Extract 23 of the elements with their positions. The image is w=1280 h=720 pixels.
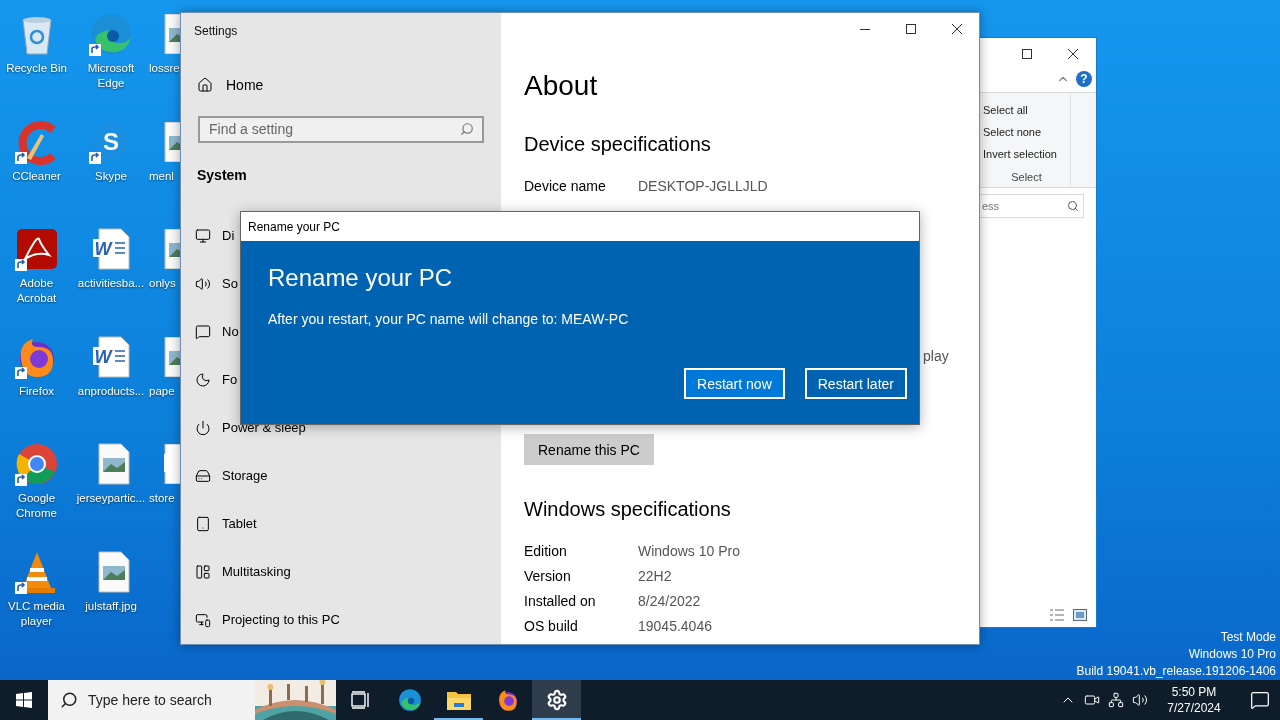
window-title: Settings [193, 23, 239, 40]
desktop-notice-text: Test Mode [1220, 629, 1276, 646]
spec-value: 22H2 [638, 567, 672, 584]
desktop-notice-text: Build 19041.vb_release.191206-1406 [1076, 663, 1276, 680]
spec-value: 8/24/2022 [638, 592, 701, 609]
spec-label: Version [524, 567, 572, 584]
section-heading: Device specifications [524, 132, 712, 157]
ribbon-group-label: Select [1011, 171, 1042, 183]
spec-label: Installed on [524, 592, 597, 609]
section-heading: Windows specifications [524, 497, 732, 522]
description-text: play [923, 347, 949, 364]
dialog-heading: Rename your PC [268, 263, 454, 293]
desktop-notice-text: Windows 10 Pro [1188, 646, 1276, 663]
spec-value: 19045.4046 [638, 617, 712, 634]
spec-label: Device name [524, 177, 607, 194]
page-title: About [524, 69, 599, 103]
spec-label: Edition [524, 542, 568, 559]
spec-value: Windows 10 Pro [638, 542, 740, 559]
spec-value: DESKTOP-JGLLJLD [638, 177, 768, 194]
spec-label: OS build [524, 617, 579, 634]
window-title: Rename your PC [248, 219, 341, 234]
dialog-message: After you restart, your PC name will change to: MEAW-PC [268, 310, 630, 329]
section-title: System [196, 166, 248, 185]
